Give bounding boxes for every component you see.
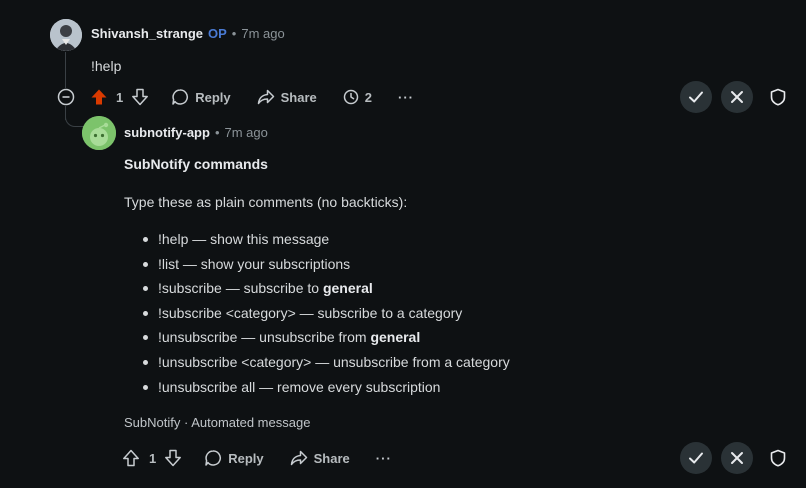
- shield-icon: [770, 88, 786, 106]
- username[interactable]: subnotify-app: [124, 125, 210, 140]
- thread-line: [65, 52, 66, 88]
- comment-actions: 1 Reply Share 2 ···: [90, 87, 414, 107]
- username[interactable]: Shivansh_strange: [91, 26, 203, 41]
- list-item-bold: general: [370, 329, 421, 346]
- list-item: !list — show your subscriptions: [140, 252, 510, 277]
- list-item: !unsubscribe <category> — unsubscribe fr…: [140, 350, 510, 375]
- list-item: !help — show this message: [140, 227, 510, 252]
- mod-shield-button[interactable]: [762, 81, 794, 113]
- reply-label: Reply: [228, 450, 264, 466]
- list-item-bold: general: [322, 280, 373, 297]
- close-icon: [728, 88, 746, 106]
- timestamp[interactable]: 7m ago: [241, 26, 284, 41]
- collapse-thread-icon[interactable]: [57, 88, 75, 106]
- reply-button[interactable]: Reply: [171, 88, 231, 106]
- share-button[interactable]: Share: [257, 88, 317, 106]
- list-item: !subscribe <category> — subscribe to a c…: [140, 301, 510, 326]
- remove-button[interactable]: [721, 81, 753, 113]
- comment-title: SubNotify commands: [124, 156, 268, 172]
- checkmark-icon: [687, 88, 705, 106]
- op-badge: OP: [208, 25, 227, 41]
- command-list: !help — show this message !list — show y…: [140, 227, 510, 399]
- reply-label: Reply: [195, 89, 231, 105]
- vote-count: 1: [149, 450, 157, 466]
- share-label: Share: [313, 450, 350, 466]
- reply-icon: [204, 449, 222, 467]
- comment-header: subnotify-app • 7m ago: [124, 123, 268, 141]
- vote-count: 1: [116, 89, 124, 105]
- comment-header: Shivansh_strange OP • 7m ago: [91, 24, 285, 42]
- upvote-icon[interactable]: [90, 88, 108, 106]
- share-label: Share: [280, 89, 317, 105]
- upvote-icon[interactable]: [122, 449, 140, 467]
- comment-footer: SubNotify · Automated message: [124, 415, 311, 430]
- list-item: !unsubscribe all — remove every subscrip…: [140, 375, 510, 400]
- checkmark-icon: [687, 449, 705, 467]
- user-avatar[interactable]: [50, 19, 82, 51]
- share-button[interactable]: Share: [290, 449, 350, 467]
- share-icon: [290, 449, 308, 467]
- clock-award-icon: [343, 89, 359, 105]
- timestamp[interactable]: 7m ago: [225, 125, 268, 140]
- bot-avatar[interactable]: [82, 116, 116, 150]
- comment-body: !help: [91, 58, 122, 74]
- approve-button[interactable]: [680, 442, 712, 474]
- remove-button[interactable]: [721, 442, 753, 474]
- separator-dot: •: [214, 124, 220, 140]
- more-options-button[interactable]: ···: [376, 451, 392, 466]
- close-icon: [728, 449, 746, 467]
- approve-button[interactable]: [680, 81, 712, 113]
- downvote-icon[interactable]: [131, 88, 149, 106]
- mod-shield-button[interactable]: [762, 442, 794, 474]
- list-item-text: !subscribe — subscribe to: [158, 280, 323, 297]
- list-item-text: !unsubscribe — unsubscribe from: [158, 329, 371, 346]
- share-icon: [257, 88, 275, 106]
- thread-branch-curve: [65, 106, 84, 127]
- reply-button[interactable]: Reply: [204, 449, 264, 467]
- more-options-button[interactable]: ···: [398, 90, 414, 105]
- award-button[interactable]: 2: [343, 89, 372, 105]
- award-count: 2: [364, 89, 373, 105]
- separator-dot: •: [231, 25, 237, 41]
- shield-icon: [770, 449, 786, 467]
- comment-actions: 1 Reply Share ···: [122, 448, 392, 468]
- downvote-icon[interactable]: [164, 449, 182, 467]
- list-item: !unsubscribe — unsubscribe from general: [140, 325, 510, 350]
- reply-icon: [171, 88, 189, 106]
- comment-intro: Type these as plain comments (no backtic…: [124, 194, 408, 210]
- list-item: !subscribe — subscribe to general: [140, 276, 510, 301]
